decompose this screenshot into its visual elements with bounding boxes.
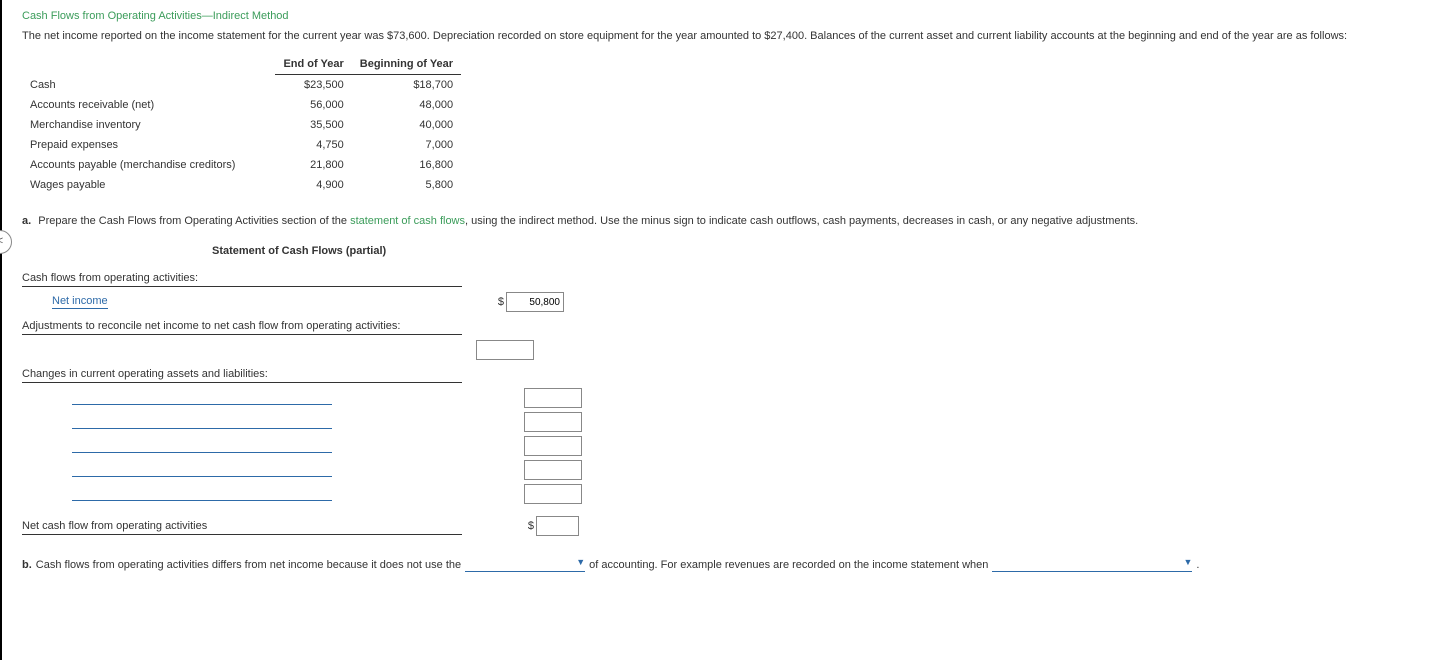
cash-flows-link[interactable]: statement of cash flows (350, 215, 465, 227)
dollar-sign: $ (492, 296, 504, 308)
accounting-basis-dropdown[interactable]: ▼ (465, 557, 585, 572)
intro-text: The net income reported on the income st… (22, 30, 1422, 42)
net-cash-input[interactable] (536, 516, 579, 536)
change-item-dropdown[interactable] (72, 463, 332, 477)
table-row: Cash$23,500$18,700 (22, 75, 461, 96)
table-row: Accounts receivable (net)56,00048,000 (22, 95, 461, 115)
balances-table: End of Year Beginning of Year Cash$23,50… (22, 54, 461, 195)
change-item-input[interactable] (524, 460, 582, 480)
statement-title: Statement of Cash Flows (partial) (212, 245, 1422, 257)
question-a: a. Prepare the Cash Flows from Operating… (22, 215, 1422, 227)
caret-down-icon: ▼ (576, 557, 585, 567)
prev-page-button[interactable]: < (0, 230, 12, 254)
change-item-input[interactable] (524, 412, 582, 432)
table-row: Wages payable4,9005,800 (22, 175, 461, 195)
caret-down-icon: ▼ (1184, 557, 1193, 567)
change-item-input[interactable] (524, 436, 582, 456)
change-item-input[interactable] (524, 388, 582, 408)
question-b: b. Cash flows from operating activities … (22, 557, 1422, 572)
adjustments-header: Adjustments to reconcile net income to n… (22, 318, 462, 335)
change-item-dropdown[interactable] (72, 439, 332, 453)
table-header-beg: Beginning of Year (352, 54, 461, 75)
changes-header: Changes in current operating assets and … (22, 366, 462, 383)
table-row: Merchandise inventory35,50040,000 (22, 115, 461, 135)
table-header-blank (22, 54, 275, 75)
ops-header: Cash flows from operating activities: (22, 270, 462, 287)
change-item-dropdown[interactable] (72, 415, 332, 429)
page-title: Cash Flows from Operating Activities—Ind… (22, 10, 1422, 22)
change-item-input[interactable] (524, 484, 582, 504)
net-income-input[interactable] (506, 292, 564, 312)
net-income-dropdown[interactable]: Net income (52, 295, 108, 309)
change-item-dropdown[interactable] (72, 391, 332, 405)
dollar-sign: $ (522, 520, 534, 532)
table-row: Prepaid expenses4,7507,000 (22, 135, 461, 155)
change-item-dropdown[interactable] (72, 487, 332, 501)
table-header-end: End of Year (275, 54, 351, 75)
table-row: Accounts payable (merchandise creditors)… (22, 155, 461, 175)
revenue-timing-dropdown[interactable]: ▼ (992, 557, 1192, 572)
statement-block: Cash flows from operating activities: Ne… (22, 267, 582, 537)
net-cash-label: Net cash flow from operating activities (22, 518, 462, 535)
adjustment-input[interactable] (476, 340, 534, 360)
